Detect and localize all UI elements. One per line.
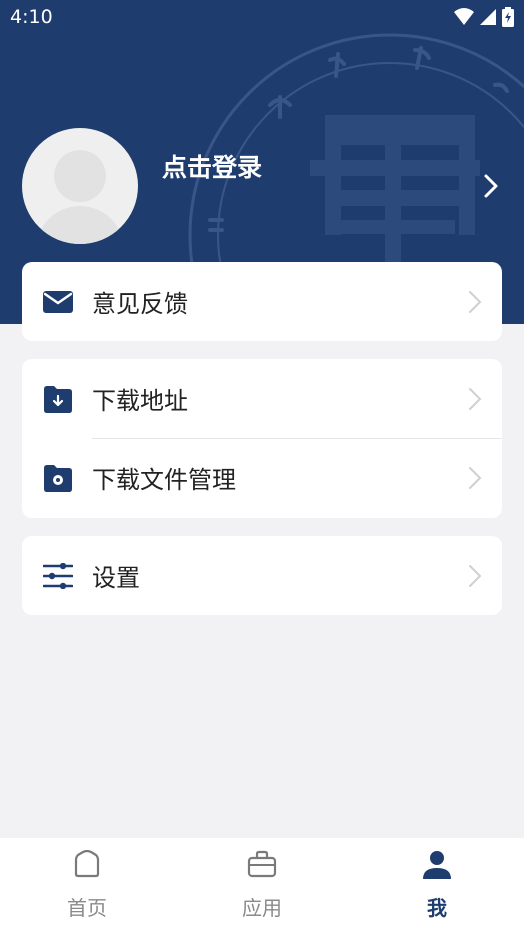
download-address-label: 下载地址 xyxy=(92,387,188,415)
home-icon xyxy=(74,850,100,878)
status-time: 4:10 xyxy=(10,6,53,28)
signal-icon xyxy=(480,9,496,25)
tab-apps[interactable]: 应用 xyxy=(175,838,349,933)
status-bar: 4:10 xyxy=(0,0,524,36)
feedback-card: 意见反馈 xyxy=(22,262,502,341)
chevron-right-icon xyxy=(469,387,482,410)
sliders-icon xyxy=(42,560,74,592)
mail-icon xyxy=(42,286,74,318)
wifi-icon xyxy=(454,8,474,25)
settings-card: 设置 xyxy=(22,536,502,615)
download-folder-icon xyxy=(42,383,74,415)
avatar[interactable] xyxy=(22,128,138,244)
login-profile-row[interactable]: 点击登录 xyxy=(22,128,502,246)
chevron-right-icon xyxy=(469,466,482,489)
tab-home-label: 首页 xyxy=(67,896,107,920)
download-files-label: 下载文件管理 xyxy=(92,466,236,494)
tab-home[interactable]: 首页 xyxy=(0,838,174,933)
tab-me-label: 我 xyxy=(427,896,447,920)
tab-me[interactable]: 我 xyxy=(350,838,524,933)
download-card: 下载地址 下载文件管理 xyxy=(22,359,502,518)
login-label[interactable]: 点击登录 xyxy=(162,148,262,184)
user-icon xyxy=(423,851,451,879)
chevron-right-icon xyxy=(469,290,482,313)
tab-apps-label: 应用 xyxy=(242,896,282,920)
folder-settings-icon xyxy=(42,462,74,494)
status-icons xyxy=(454,7,514,27)
feedback-item[interactable]: 意见反馈 xyxy=(22,262,502,341)
bottom-tab-bar: 首页 应用 我 xyxy=(0,838,524,933)
chevron-right-icon xyxy=(469,564,482,587)
download-files-item[interactable]: 下载文件管理 xyxy=(22,438,502,517)
settings-item[interactable]: 设置 xyxy=(22,536,502,615)
briefcase-icon xyxy=(247,850,277,878)
battery-icon xyxy=(502,7,514,27)
download-address-item[interactable]: 下载地址 xyxy=(22,359,502,438)
chevron-right-icon[interactable] xyxy=(482,172,502,200)
feedback-label: 意见反馈 xyxy=(92,290,188,318)
settings-label: 设置 xyxy=(92,564,140,592)
